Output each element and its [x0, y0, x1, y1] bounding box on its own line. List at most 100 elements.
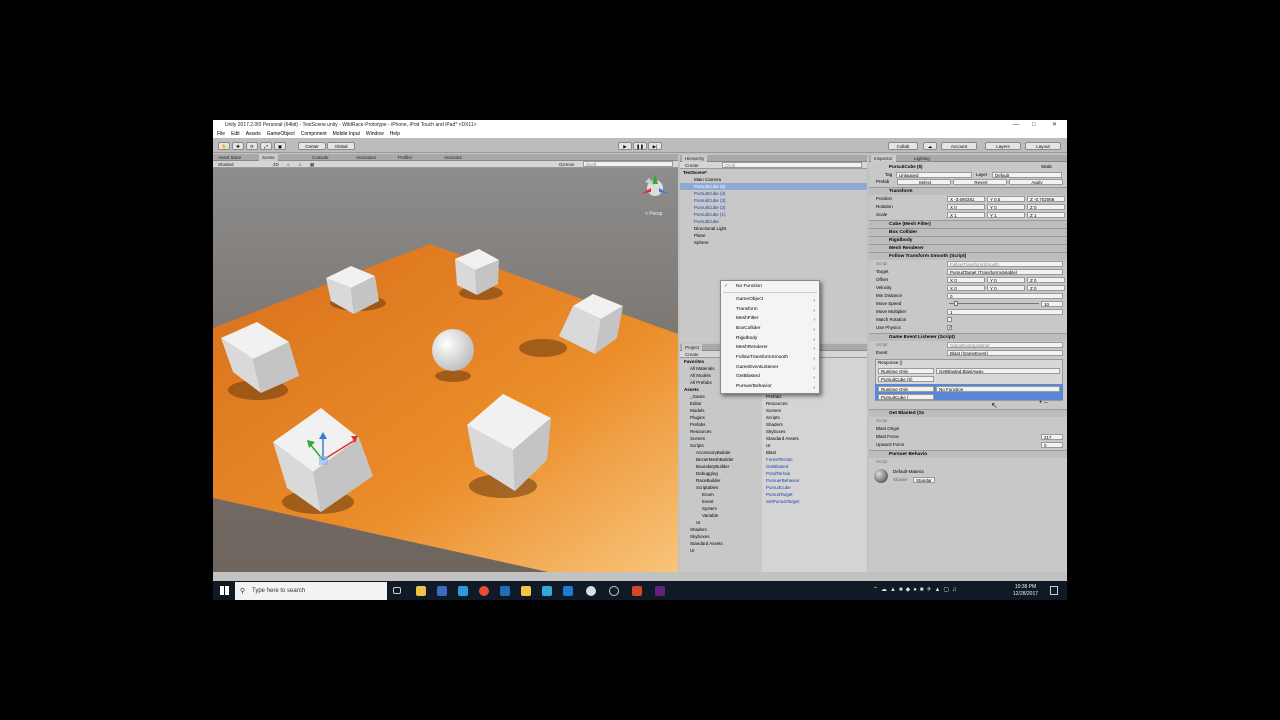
list-item[interactable]: Plane — [694, 232, 706, 239]
scale-x-field[interactable]: X 1 — [947, 212, 985, 218]
gizmos-dropdown[interactable]: Gizmos — [556, 161, 577, 168]
tree-item[interactable]: BezierMeshBuilder — [696, 456, 734, 463]
tree-item[interactable]: _Game — [690, 393, 705, 400]
runtime-dropdown[interactable]: Runtime Only — [878, 386, 934, 392]
play-icon[interactable]: ▶ — [618, 142, 632, 150]
asset-item[interactable]: PondTerrain — [766, 470, 790, 477]
app-icon[interactable] — [563, 586, 573, 596]
static-toggle[interactable]: Static — [1041, 163, 1052, 170]
project-create-dropdown[interactable]: Create — [682, 351, 702, 358]
tree-item[interactable]: BoundaryBuilder — [696, 463, 729, 470]
upward-force-field[interactable]: 0 — [1041, 442, 1063, 448]
tree-item[interactable]: All Prefabs — [690, 379, 712, 386]
event-field[interactable]: Blast (GameEvent) — [947, 350, 1063, 356]
mesh-filter-header[interactable]: Cube (Mesh Filter) — [869, 220, 1067, 228]
system-tray-icons[interactable]: ⌃☁▲■◆●■✈▲▢♫ — [873, 586, 960, 593]
list-item[interactable]: PursuitCube — [694, 218, 719, 225]
tree-item[interactable]: Standard Assets — [690, 540, 723, 547]
rotation-z-field[interactable]: Z 0 — [1027, 204, 1065, 210]
tab-project[interactable]: Project — [682, 344, 703, 351]
windows-start-icon[interactable] — [220, 586, 229, 595]
menu-window[interactable]: Window — [366, 131, 384, 138]
tab-animation[interactable]: Animation — [353, 154, 379, 161]
asset-item[interactable]: Blast — [766, 449, 776, 456]
offset-x-field[interactable]: X 0 — [947, 277, 985, 283]
effects-toggle-icon[interactable]: ▦ — [307, 161, 317, 168]
slider-handle[interactable] — [954, 301, 958, 306]
move-speed-field[interactable]: 10 — [1041, 301, 1063, 307]
transform-component-header[interactable]: Transform — [869, 187, 1067, 195]
scale-y-field[interactable]: Y 1 — [987, 212, 1025, 218]
game-event-listener-header[interactable]: Game Event Listener (Script) — [869, 333, 1067, 341]
runtime-dropdown[interactable]: Runtime Only — [878, 368, 934, 374]
asset-item[interactable]: Shaders — [766, 421, 783, 428]
tree-item[interactable]: System — [702, 505, 717, 512]
get-blasted-header[interactable]: Get Blasted (Sc — [869, 409, 1067, 417]
offset-y-field[interactable]: Y 0 — [987, 277, 1025, 283]
velocity-z-field[interactable]: Z 0 — [1027, 285, 1065, 291]
powerpoint-icon[interactable] — [632, 586, 642, 596]
shading-mode-dropdown[interactable]: Shaded — [215, 161, 237, 168]
velocity-x-field[interactable]: X 0 — [947, 285, 985, 291]
tab-profiler[interactable]: Profiler — [395, 154, 415, 161]
tab-console[interactable]: Console — [309, 154, 332, 161]
layout-dropdown[interactable]: Layout — [1025, 142, 1061, 150]
tree-item[interactable]: Shaders — [690, 526, 707, 533]
asset-item[interactable]: Scripts — [766, 414, 780, 421]
menu-item-rigidbody[interactable]: Rigidbody — [736, 334, 757, 343]
menu-item-transform[interactable]: Transform — [736, 305, 758, 314]
layers-dropdown[interactable]: Layers — [985, 142, 1021, 150]
material-name[interactable]: Default-Materia — [893, 468, 924, 475]
list-item[interactable]: Sphere — [694, 239, 709, 246]
hand-tool-icon[interactable]: ✋ — [218, 142, 230, 150]
velocity-y-field[interactable]: Y 0 — [987, 285, 1025, 291]
scene-root[interactable]: TestScene* — [683, 169, 707, 176]
menu-item-gameeventlistener[interactable]: GameEventListener — [736, 363, 778, 372]
maximize-icon[interactable]: □ — [1032, 120, 1036, 131]
pursuer-behavior-header[interactable]: Pursuer Behavio — [869, 450, 1067, 458]
position-z-field[interactable]: Z -0.702066 — [1027, 196, 1065, 202]
tree-item[interactable]: All Models — [690, 372, 711, 379]
list-item[interactable]: PursuitCube (4) — [694, 190, 726, 197]
app-icon[interactable] — [609, 586, 619, 596]
app-icon[interactable] — [542, 586, 552, 596]
match-rotation-checkbox[interactable] — [947, 317, 952, 322]
object-field[interactable]: PursuitCube ( — [878, 394, 934, 400]
position-y-field[interactable]: Y 0.5 — [987, 196, 1025, 202]
tree-item[interactable]: Editor — [690, 400, 702, 407]
visual-studio-icon[interactable] — [655, 586, 665, 596]
tree-item[interactable]: Assets — [684, 386, 699, 393]
asset-item[interactable]: Scenes — [766, 407, 781, 414]
follow-script-header[interactable]: Follow Transform Smooth (Script) — [869, 252, 1067, 260]
collab-button[interactable]: Collab — [888, 142, 918, 150]
tree-item[interactable]: Enum — [702, 491, 714, 498]
rigidbody-header[interactable]: Rigidbody — [869, 236, 1067, 244]
notifications-icon[interactable] — [1050, 586, 1058, 595]
rotation-x-field[interactable]: X 0 — [947, 204, 985, 210]
menu-item-no-function[interactable]: No Function — [736, 282, 762, 291]
tree-item[interactable]: Favorites — [684, 358, 704, 365]
tree-item[interactable]: Scenes — [690, 435, 705, 442]
tree-item[interactable]: AccessoryBuilder — [696, 449, 731, 456]
step-icon[interactable]: ▶| — [648, 142, 662, 150]
unity-icon[interactable] — [586, 586, 596, 596]
scene-search-input[interactable]: QrAll — [583, 161, 673, 167]
tab-lighting[interactable]: Lighting — [911, 155, 933, 162]
taskbar-search-input[interactable]: Type here to search — [235, 582, 387, 600]
tab-asset-store[interactable]: Asset Store — [215, 154, 244, 161]
asset-item[interactable]: PursuitCube — [766, 484, 791, 491]
add-remove-buttons[interactable]: + – — [1039, 400, 1048, 407]
menu-mobile-input[interactable]: Mobile Input — [333, 131, 360, 138]
list-item[interactable]: Main Camera — [694, 176, 721, 183]
menu-help[interactable]: Help — [390, 131, 400, 138]
tree-item[interactable]: Variable — [702, 512, 718, 519]
list-item[interactable]: Directional Light — [694, 225, 726, 232]
tab-scene[interactable]: Scene — [259, 154, 278, 161]
scene-view[interactable]: < Persp — [213, 168, 678, 572]
box-collider-header[interactable]: Box Collider — [869, 228, 1067, 236]
rotate-tool-icon[interactable]: ⟳ — [246, 142, 258, 150]
orientation-gizmo[interactable] — [641, 174, 669, 196]
prefab-select-button[interactable]: Select — [897, 179, 951, 185]
asset-item[interactable]: Prefabs — [766, 393, 782, 400]
tag-dropdown[interactable]: Untagged — [896, 172, 972, 178]
